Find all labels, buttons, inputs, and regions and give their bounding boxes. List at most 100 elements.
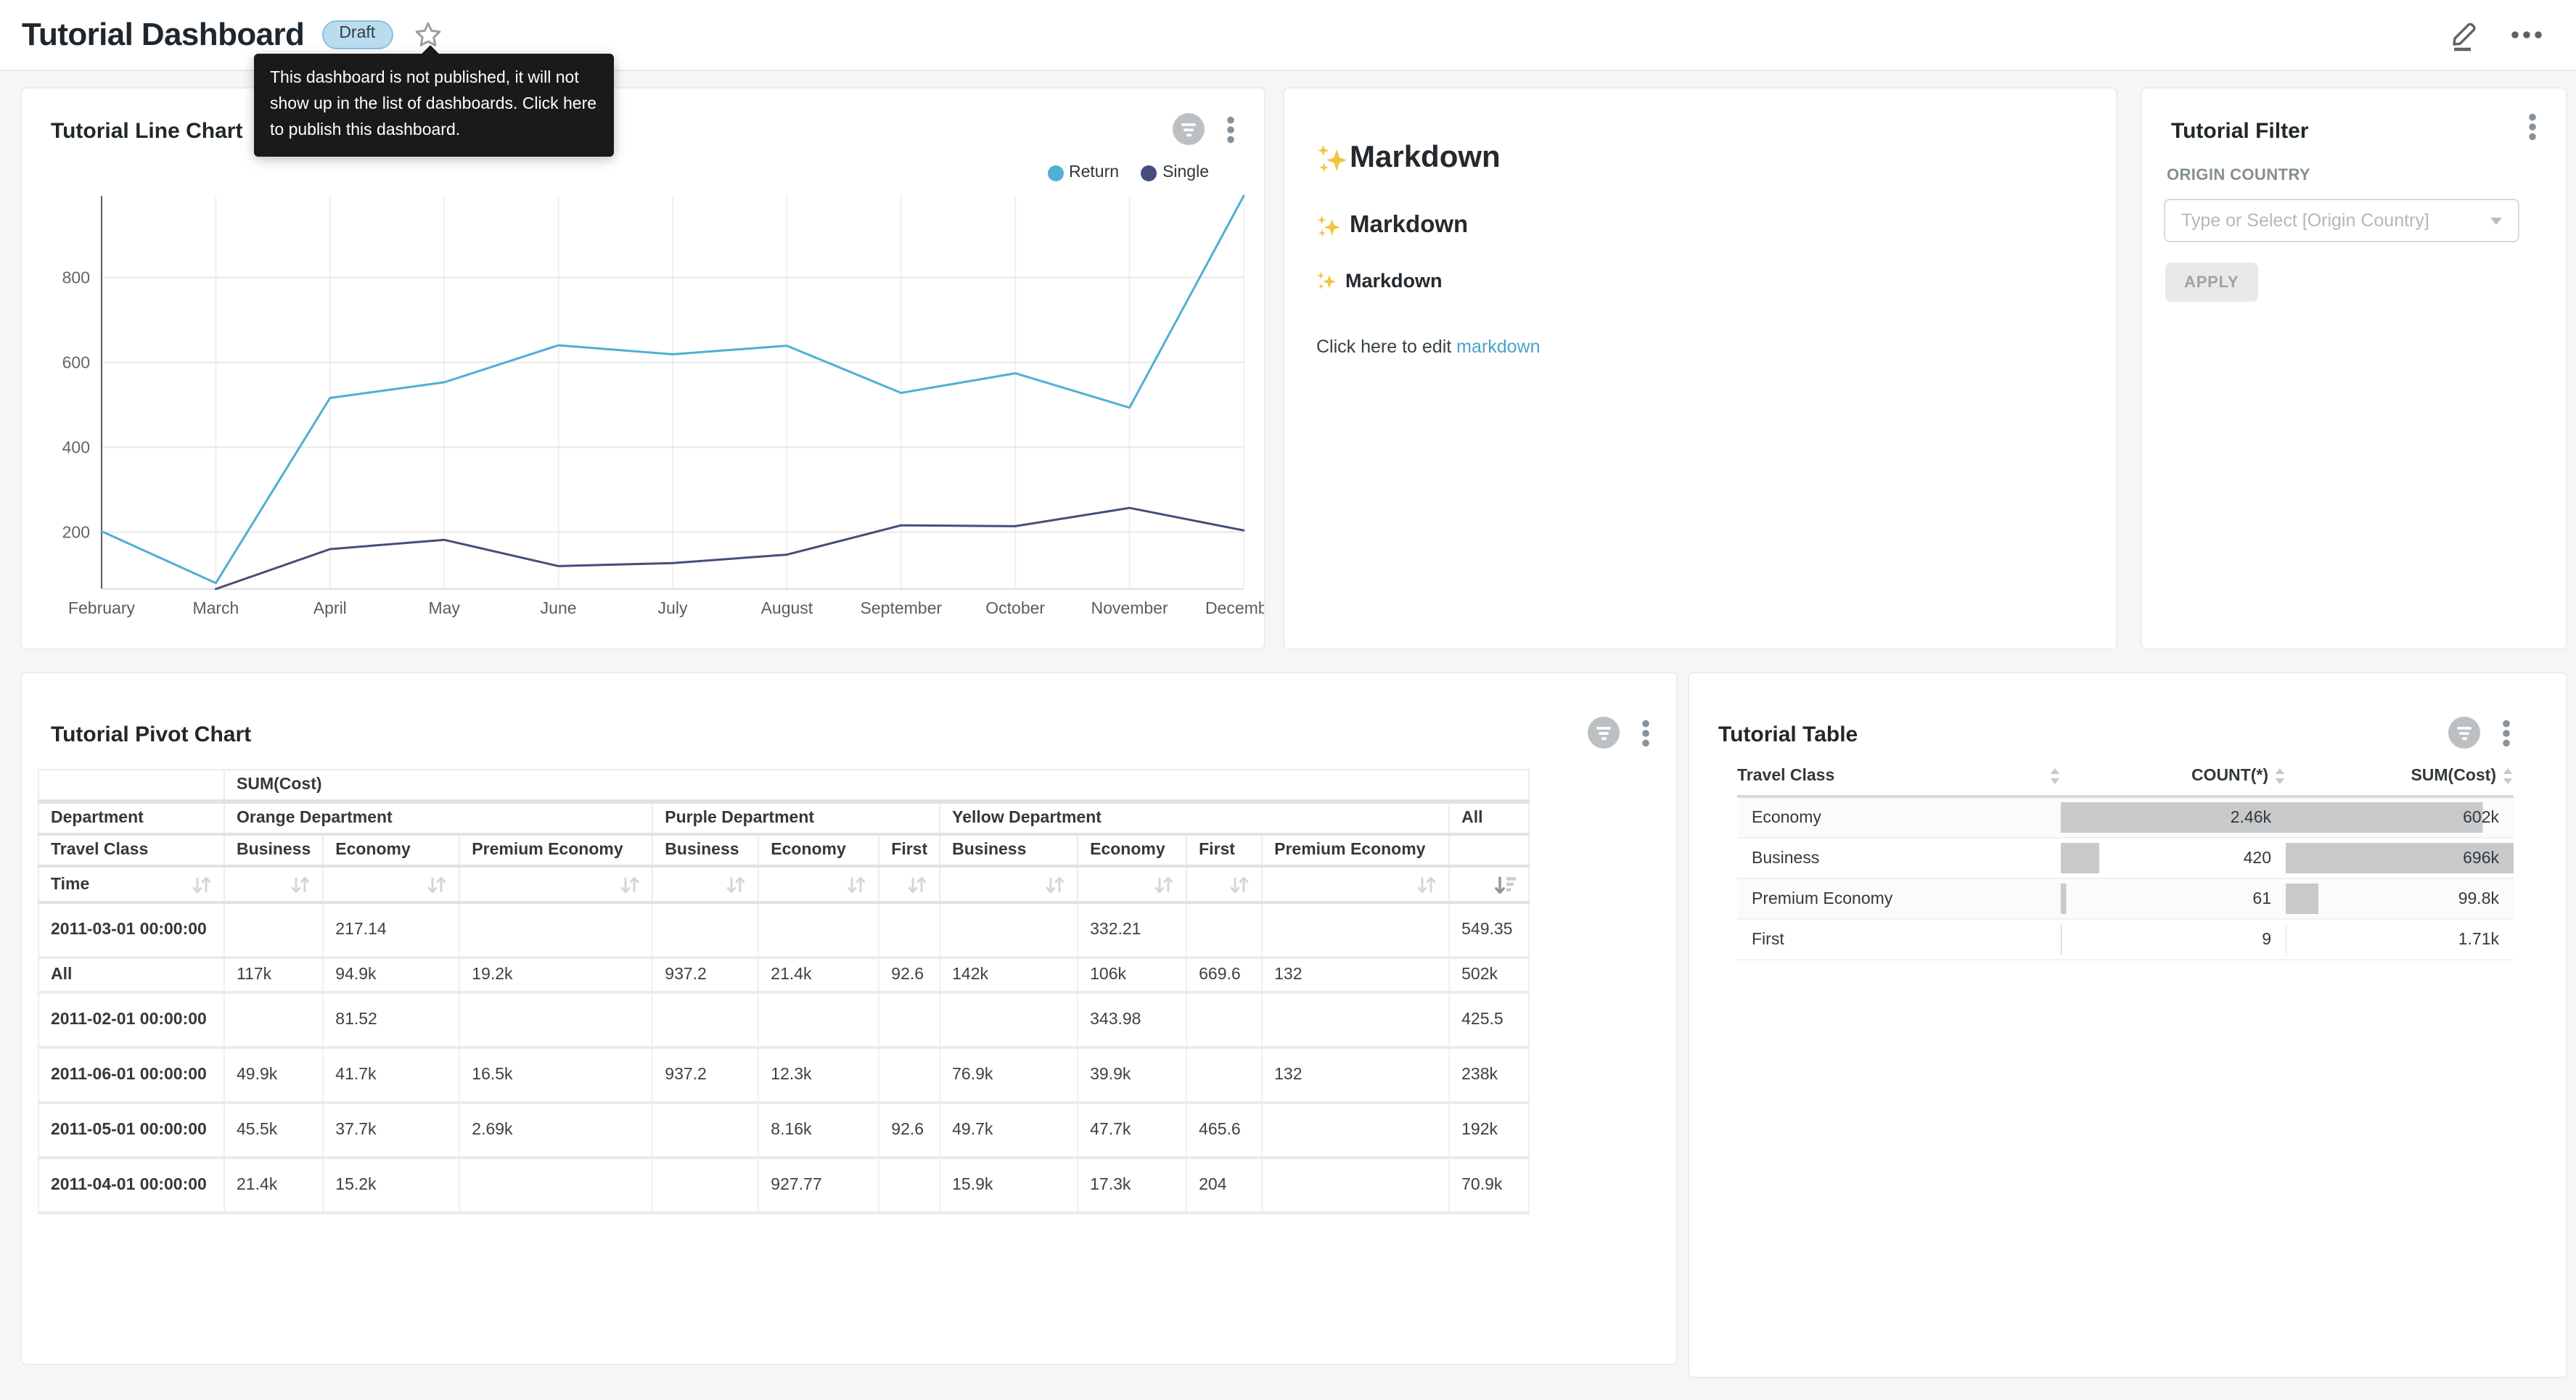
y-axis-tick: 200 [62,523,90,542]
sort-icon [2502,767,2514,785]
kebab-menu-icon[interactable] [2496,719,2516,746]
sort-toggle-icon[interactable] [1416,876,1437,893]
legend-item-single[interactable]: Single [1141,164,1209,181]
line-chart-panel: Tutorial Line Chart ReturnSingle 2004006… [20,87,1266,650]
pivot-header-cell[interactable]: Economy [758,834,879,866]
pivot-cell [758,992,879,1047]
filter-field-label: ORIGIN COUNTRY [2167,167,2310,184]
pivot-cell: 332.21 [1078,902,1186,958]
pivot-sort-cell [459,866,652,902]
pivot-header-cell[interactable]: Orange Department [224,802,652,834]
pivot-cell: 49.7k [940,1103,1078,1158]
pivot-header-cell[interactable]: First [1186,834,1262,866]
sort-toggle-icon[interactable] [1229,876,1250,893]
pivot-header-cell[interactable]: All [1449,802,1529,834]
table-cell-travel-class: Business [1737,838,2061,878]
sort-toggle-icon[interactable] [1045,876,1065,893]
pivot-cell: 238k [1449,1047,1529,1103]
column-header-sum-cost[interactable]: SUM(Cost) [2286,767,2514,785]
pivot-header-cell: Travel Class [38,834,224,866]
cross-filter-icon[interactable] [2448,717,2480,749]
kebab-menu-icon[interactable] [1636,719,1656,746]
pivot-cell [940,992,1078,1047]
cell-bar: 61 [2061,884,2286,914]
page-title[interactable]: Tutorial Dashboard [22,16,304,54]
edit-icon[interactable] [2448,17,2479,52]
sort-toggle-icon[interactable] [427,876,447,893]
legend-item-return[interactable]: Return [1047,164,1119,181]
data-table: Travel Class COUNT(*) SUM(Cost) Economy2… [1737,757,2514,960]
sort-toggle-icon[interactable] [1154,876,1174,893]
pivot-header-cell[interactable]: Business [652,834,758,866]
pivot-cell [652,902,758,958]
column-header-count[interactable]: COUNT(*) [2061,767,2286,785]
pivot-sort-cell [224,866,323,902]
pivot-row: 2011-06-01 00:00:0049.9k41.7k16.5k937.21… [38,1047,1529,1103]
unpublished-tooltip[interactable]: This dashboard is not published, it will… [254,54,614,157]
filter-panel: Tutorial Filter ORIGIN COUNTRY Type or S… [2141,87,2567,650]
pivot-cell [652,1103,758,1158]
pivot-cell [879,902,940,958]
y-axis-tick: 400 [62,438,90,457]
pivot-cell [1186,1047,1262,1103]
sort-toggle-icon[interactable] [620,876,640,893]
sort-toggle-icon[interactable] [192,876,212,893]
cell-bar: 99.8k [2286,884,2514,914]
pivot-cell: 76.9k [940,1047,1078,1103]
pivot-sort-cell [1262,866,1449,902]
pivot-header-cell [1449,834,1529,866]
pivot-cell [758,902,879,958]
pivot-header-cell[interactable]: Purple Department [652,802,940,834]
x-axis-tick: October [985,598,1045,617]
edit-markdown-link[interactable]: markdown [1456,337,1540,357]
pivot-cell: 37.7k [323,1103,459,1158]
cell-bar: 2.46k [2061,802,2286,833]
x-axis-tick: August [761,598,813,617]
pivot-cell: 47.7k [1078,1103,1186,1158]
table-row: First91.71k [1737,919,2514,960]
pivot-header-cell[interactable]: Economy [1078,834,1186,866]
pivot-cell [1262,1158,1449,1213]
kebab-menu-icon[interactable] [2522,113,2543,141]
legend-label: Return [1069,164,1119,181]
legend-dot [1141,165,1157,181]
apply-button[interactable]: APPLY [2165,263,2257,302]
pivot-sort-cell [652,866,758,902]
pivot-header-cell[interactable]: First [879,834,940,866]
pivot-header-cell[interactable]: Business [940,834,1078,866]
table-cell-travel-class: Premium Economy [1737,878,2061,919]
pivot-header-cell[interactable]: Premium Economy [459,834,652,866]
pivot-cell: 132 [1262,958,1449,992]
y-axis-tick: 600 [62,353,90,371]
pivot-cell: 937.2 [652,958,758,992]
pivot-header-cell[interactable]: Yellow Department [940,802,1449,834]
markdown-h1: Markdown [1316,141,2084,176]
more-menu-icon[interactable] [2511,30,2543,39]
sort-toggle-icon[interactable] [846,876,866,893]
pivot-cell: 94.9k [323,958,459,992]
sort-desc-icon[interactable] [1493,876,1517,893]
sparkles-icon [1316,141,1348,175]
series-line-single [216,508,1244,589]
sort-toggle-icon[interactable] [726,876,746,893]
sort-toggle-icon[interactable] [907,876,927,893]
column-header-travel-class[interactable]: Travel Class [1737,767,2061,785]
pivot-row: All117k94.9k19.2k937.221.4k92.6142k106k6… [38,958,1529,992]
x-axis-tick: March [192,598,239,617]
markdown-panel: Markdown Markdown Markdown Click here to… [1283,87,2117,650]
cross-filter-icon[interactable] [1588,717,1620,749]
pivot-header-cell[interactable]: Business [224,834,323,866]
x-axis-tick: November [1091,598,1168,617]
sort-toggle-icon[interactable] [290,876,311,893]
pivot-header-cell[interactable]: Premium Economy [1262,834,1449,866]
pivot-chart-panel: Tutorial Pivot Chart SUM(Cost)Department… [20,672,1678,1365]
pivot-cell: 15.9k [940,1158,1078,1213]
origin-country-select[interactable]: Type or Select [Origin Country] [2164,199,2519,242]
favorite-star-icon[interactable] [413,20,442,49]
pivot-header-cell: Department [38,802,224,834]
pivot-cell: 204 [1186,1158,1262,1213]
status-badge[interactable]: Draft [321,21,393,49]
pivot-sort-cell [1078,866,1186,902]
pivot-row: 2011-05-01 00:00:0045.5k37.7k2.69k8.16k9… [38,1103,1529,1158]
pivot-header-cell[interactable]: Economy [323,834,459,866]
